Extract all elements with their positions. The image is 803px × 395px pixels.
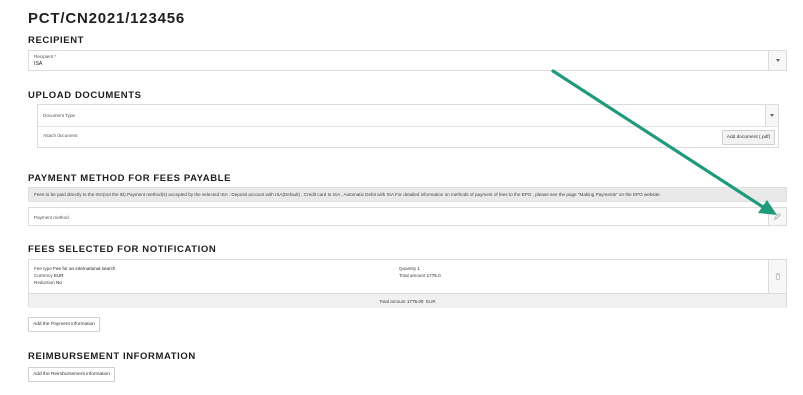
arrow-shaft	[551, 69, 765, 209]
annotation-arrow	[551, 69, 777, 215]
